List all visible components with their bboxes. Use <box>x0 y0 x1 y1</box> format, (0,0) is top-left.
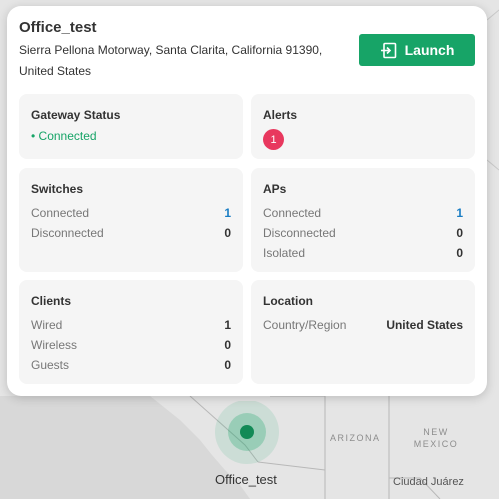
clients-wired-row: Wired 1 <box>31 315 231 335</box>
site-marker-label: Office_test <box>215 472 277 487</box>
gateway-status-tile[interactable]: Gateway Status • Connected <box>19 94 243 159</box>
switches-connected-row: Connected 1 <box>31 203 231 223</box>
alerts-title: Alerts <box>263 108 298 122</box>
site-address: Sierra Pellona Motorway, Santa Clarita, … <box>19 43 323 78</box>
aps-connected-label: Connected <box>263 206 322 220</box>
launch-icon <box>380 42 397 59</box>
clients-guests-row: Guests 0 <box>31 355 231 375</box>
location-tile[interactable]: Location Country/Region United States <box>251 280 475 384</box>
map-label-new-mexico: NEW MEXICO <box>412 426 460 450</box>
switches-connected-value[interactable]: 1 <box>224 203 231 223</box>
aps-disconnected-row: Disconnected 0 <box>263 223 463 243</box>
aps-isolated-value: 0 <box>456 246 463 260</box>
switches-tile[interactable]: Switches Connected 1 Disconnected 0 <box>19 168 243 272</box>
aps-isolated-row: Isolated 0 <box>263 243 463 263</box>
clients-guests-label: Guests <box>31 358 70 372</box>
site-marker-icon <box>215 401 279 464</box>
aps-disconnected-label: Disconnected <box>263 226 336 240</box>
aps-isolated-label: Isolated <box>263 246 306 260</box>
location-title: Location <box>263 294 313 308</box>
clients-wireless-row: Wireless 0 <box>31 335 231 355</box>
clients-guests-value: 0 <box>224 358 231 372</box>
aps-connected-row: Connected 1 <box>263 203 463 223</box>
aps-tile[interactable]: APs Connected 1 Disconnected 0 Isolated … <box>251 168 475 272</box>
alerts-count-badge[interactable]: 1 <box>263 129 284 150</box>
switches-disconnected-row: Disconnected 0 <box>31 223 231 243</box>
clients-wired-label: Wired <box>31 318 63 332</box>
launch-button[interactable]: Launch <box>359 34 475 66</box>
aps-title: APs <box>263 182 287 196</box>
aps-connected-value[interactable]: 1 <box>456 203 463 223</box>
site-name: Office_test <box>19 19 97 36</box>
location-country-value: United States <box>386 318 463 332</box>
map-label-new-mexico-line2: MEXICO <box>413 439 459 449</box>
switches-disconnected-label: Disconnected <box>31 226 104 240</box>
clients-title: Clients <box>31 294 72 308</box>
aps-disconnected-value: 0 <box>456 226 463 240</box>
site-marker[interactable] <box>214 401 280 467</box>
map-label-new-mexico-line1: NEW <box>423 427 449 437</box>
clients-wireless-value: 0 <box>224 338 231 352</box>
clients-wired-value: 1 <box>224 318 231 332</box>
switches-disconnected-value: 0 <box>224 226 231 240</box>
map-label-ciudad-juarez: Ciudad Juárez <box>393 476 464 488</box>
clients-wireless-label: Wireless <box>31 338 78 352</box>
launch-button-label: Launch <box>404 42 455 58</box>
gateway-status-value: • Connected <box>31 129 97 143</box>
location-country-label: Country/Region <box>263 318 347 332</box>
alerts-tile[interactable]: Alerts 1 <box>251 94 475 159</box>
clients-tile[interactable]: Clients Wired 1 Wireless 0 Guests 0 <box>19 280 243 384</box>
switches-title: Switches <box>31 182 84 196</box>
map-label-arizona: ARIZONA <box>330 433 381 443</box>
site-info-card: Office_test Sierra Pellona Motorway, San… <box>7 6 487 396</box>
gateway-status-title: Gateway Status <box>31 108 121 122</box>
location-country-row: Country/Region United States <box>263 315 463 335</box>
switches-connected-label: Connected <box>31 206 90 220</box>
